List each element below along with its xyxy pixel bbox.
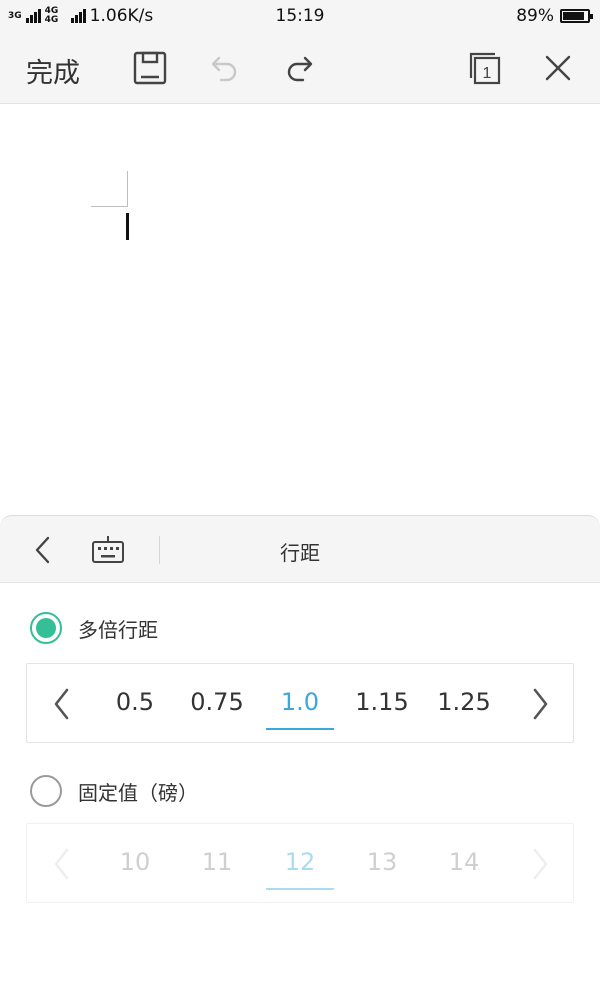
- fixed-spacing-label: 固定值（磅）: [78, 780, 198, 805]
- chevron-right-icon: [527, 846, 555, 882]
- spacing-value[interactable]: 1.25: [419, 688, 509, 716]
- redo-icon[interactable]: [282, 50, 318, 86]
- margin-corner-mark: [91, 171, 128, 207]
- text-cursor: [126, 213, 129, 240]
- spacing-value[interactable]: 1.15: [337, 688, 427, 716]
- spacing-value[interactable]: 0.75: [172, 688, 262, 716]
- chevron-left-icon: [47, 846, 75, 882]
- undo-icon[interactable]: [206, 50, 242, 86]
- chevron-right-icon[interactable]: [527, 686, 555, 722]
- document-canvas[interactable]: [0, 105, 600, 515]
- status-bar: 3G 4G 4G 1.06K/s 15:19 89%: [0, 0, 600, 34]
- line-spacing-panel-header: 行距: [0, 515, 600, 583]
- editor-toolbar: 完成 1: [0, 34, 600, 104]
- done-button[interactable]: 完成: [26, 51, 80, 90]
- page-count-number: 1: [483, 65, 492, 82]
- battery-percent: 89%: [516, 6, 554, 26]
- save-icon[interactable]: [132, 50, 168, 86]
- spacing-value-selected[interactable]: 1.0: [255, 688, 345, 716]
- panel-title: 行距: [280, 541, 320, 565]
- fixed-spacing-picker: 10 11 12 13 14: [26, 823, 574, 903]
- multiple-spacing-label: 多倍行距: [78, 617, 158, 642]
- selected-underline: [266, 888, 334, 890]
- fixed-spacing-radio[interactable]: [30, 775, 62, 807]
- close-icon[interactable]: [540, 50, 576, 86]
- status-right: 89%: [516, 6, 593, 26]
- points-value: 11: [201, 848, 233, 876]
- points-value: 14: [448, 848, 480, 876]
- page-count-icon[interactable]: 1: [467, 50, 503, 86]
- points-value: 10: [119, 848, 151, 876]
- chevron-left-icon[interactable]: [47, 686, 75, 722]
- selected-underline: [266, 728, 334, 730]
- spacing-value[interactable]: 0.5: [90, 688, 180, 716]
- fixed-spacing-option[interactable]: 固定值（磅）: [30, 775, 198, 807]
- points-value-selected: 12: [284, 848, 316, 876]
- points-value: 13: [366, 848, 398, 876]
- battery-icon: [560, 9, 593, 23]
- multiple-spacing-option[interactable]: 多倍行距: [30, 612, 158, 644]
- status-time: 15:19: [275, 6, 325, 26]
- multiple-spacing-picker: 0.5 0.75 1.0 1.15 1.25: [26, 663, 574, 743]
- multiple-spacing-radio[interactable]: [30, 612, 62, 644]
- battery-fill: [563, 12, 584, 20]
